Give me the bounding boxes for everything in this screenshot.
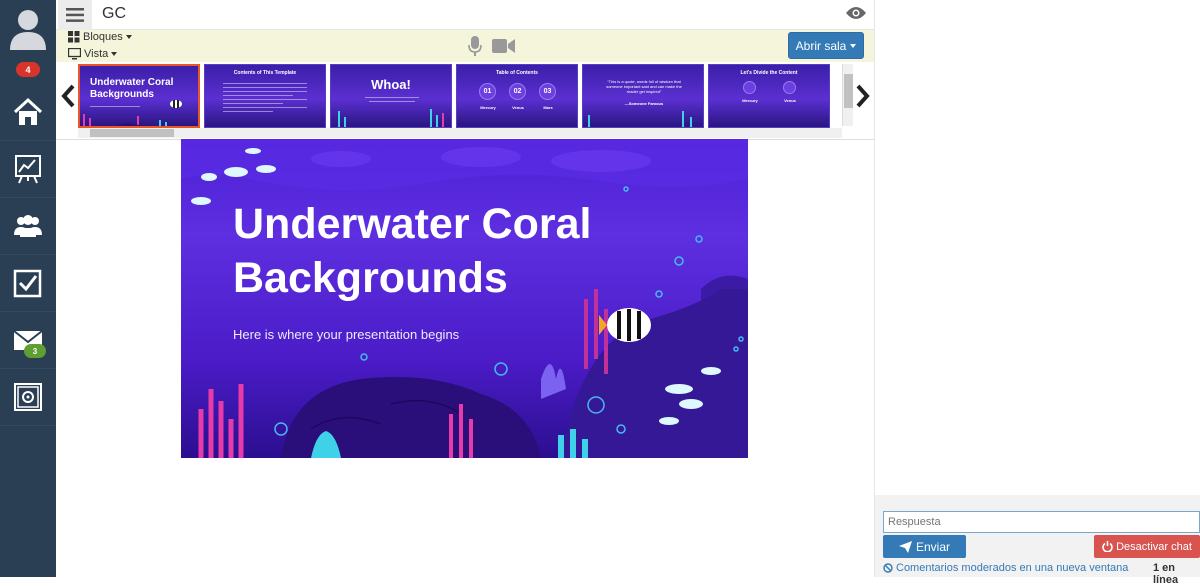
bloques-label: Bloques (83, 31, 123, 43)
toc-number: 02 (509, 83, 526, 100)
microphone-button[interactable] (468, 36, 482, 60)
send-button[interactable]: Enviar (883, 535, 966, 558)
monitor-icon (68, 48, 81, 60)
thumbnail-title: Table of Contents (496, 70, 538, 76)
toc-label: Mars (543, 105, 553, 110)
sidebar-nav: 3 (0, 84, 56, 426)
caret-down-icon (125, 35, 132, 39)
checkbox-icon (13, 269, 42, 298)
reply-input[interactable] (883, 511, 1200, 533)
content-icon (783, 81, 796, 94)
menu-button[interactable] (58, 0, 92, 30)
disable-chat-label: Desactivar chat (1116, 540, 1192, 553)
toc-number: 03 (539, 83, 556, 100)
home-icon (13, 97, 43, 125)
eye-icon (846, 7, 866, 19)
sidebar-item-tasks[interactable] (0, 255, 56, 312)
online-count: 1 en línea (1153, 562, 1179, 586)
sidebar-item-users[interactable] (0, 198, 56, 255)
users-icon (14, 215, 42, 237)
next-slide-button[interactable] (855, 84, 871, 111)
avatar[interactable] (0, 0, 56, 56)
thumbnail-slide-6[interactable]: Let's Divide the Content Mercury Venus (708, 64, 830, 128)
toc-number: 01 (479, 83, 496, 100)
top-bar: GC (56, 0, 874, 30)
moderated-comments-link[interactable]: Comentarios moderados en una nueva venta… (883, 562, 1128, 574)
thumbnail-title: Contents of This Template (233, 70, 297, 76)
previous-slide-button[interactable] (60, 84, 76, 111)
thumbnail-horizontal-scrollbar[interactable] (78, 128, 842, 138)
visibility-toggle[interactable] (846, 6, 866, 23)
safe-icon (14, 383, 42, 411)
user-avatar-icon (10, 10, 46, 50)
bloques-dropdown[interactable]: Bloques (68, 31, 132, 43)
sidebar-item-messages[interactable]: 3 (0, 312, 56, 369)
power-icon (1102, 541, 1113, 552)
thumbnail-title: Let's Divide the Content (740, 70, 798, 76)
thumbnail-list: Underwater Coral Backgrounds Contents of… (78, 64, 842, 128)
chart-board-icon (15, 155, 41, 184)
thumbnail-slide-2[interactable]: Contents of This Template (204, 64, 326, 128)
chevron-right-icon (856, 84, 870, 108)
slide-title: Underwater Coral Backgrounds (233, 200, 592, 302)
toc-label: Venus (512, 105, 524, 110)
toolbar: Bloques Vista Abrir sala (56, 30, 874, 62)
toc-label: Mercury (480, 105, 496, 110)
moderated-label: Comentarios moderados en una nueva venta… (896, 562, 1129, 574)
coral-decoration (588, 111, 692, 127)
open-room-button[interactable]: Abrir sala (788, 32, 864, 59)
messages-badge: 3 (24, 344, 46, 358)
notification-badge[interactable]: 4 (16, 62, 40, 77)
thumbnail-slide-1[interactable]: Underwater Coral Backgrounds (78, 64, 200, 128)
vista-label: Vista (84, 48, 109, 60)
sidebar: 4 3 (0, 0, 56, 577)
room-title: GC (102, 5, 126, 22)
paper-plane-icon (898, 540, 912, 553)
content-label: Mercury (742, 98, 758, 103)
video-camera-icon (492, 39, 515, 53)
grid-icon (68, 31, 80, 43)
coral-decoration (338, 109, 444, 127)
hamburger-icon (66, 8, 84, 22)
thumbnail-slide-5[interactable]: “This is a quote, words full of wisdom t… (582, 64, 704, 128)
thumbnail-slide-3[interactable]: Whoa! (330, 64, 452, 128)
coral-decoration (83, 100, 182, 126)
slide-subtitle: Here is where your presentation begins (233, 327, 460, 342)
microphone-icon (468, 36, 482, 56)
ban-icon (883, 563, 893, 573)
content-icon (743, 81, 756, 94)
thumbnail-slide-4[interactable]: Table of Contents 01 02 03 Mercury Venus… (456, 64, 578, 128)
sidebar-item-home[interactable] (0, 84, 56, 141)
caret-down-icon (111, 52, 118, 56)
send-label: Enviar (915, 539, 950, 554)
sidebar-item-settings[interactable] (0, 369, 56, 426)
presentation-slide: Underwater Coral Backgrounds Here is whe… (181, 139, 748, 458)
thumbnail-vertical-scrollbar[interactable] (842, 64, 853, 126)
camera-button[interactable] (492, 38, 516, 57)
chevron-left-icon (61, 84, 75, 108)
slide-thumbnail-strip: Underwater Coral Backgrounds Contents of… (56, 62, 874, 140)
chat-footer: Enviar Desactivar chat Comentarios moder… (875, 495, 1200, 586)
disable-chat-button[interactable]: Desactivar chat (1094, 535, 1200, 558)
sidebar-item-reports[interactable] (0, 141, 56, 198)
vista-dropdown[interactable]: Vista (68, 48, 118, 60)
caret-down-icon (850, 43, 857, 48)
chat-panel: Enviar Desactivar chat Comentarios moder… (874, 0, 1200, 586)
content-label: Venus (784, 98, 796, 103)
open-room-label: Abrir sala (795, 38, 847, 53)
